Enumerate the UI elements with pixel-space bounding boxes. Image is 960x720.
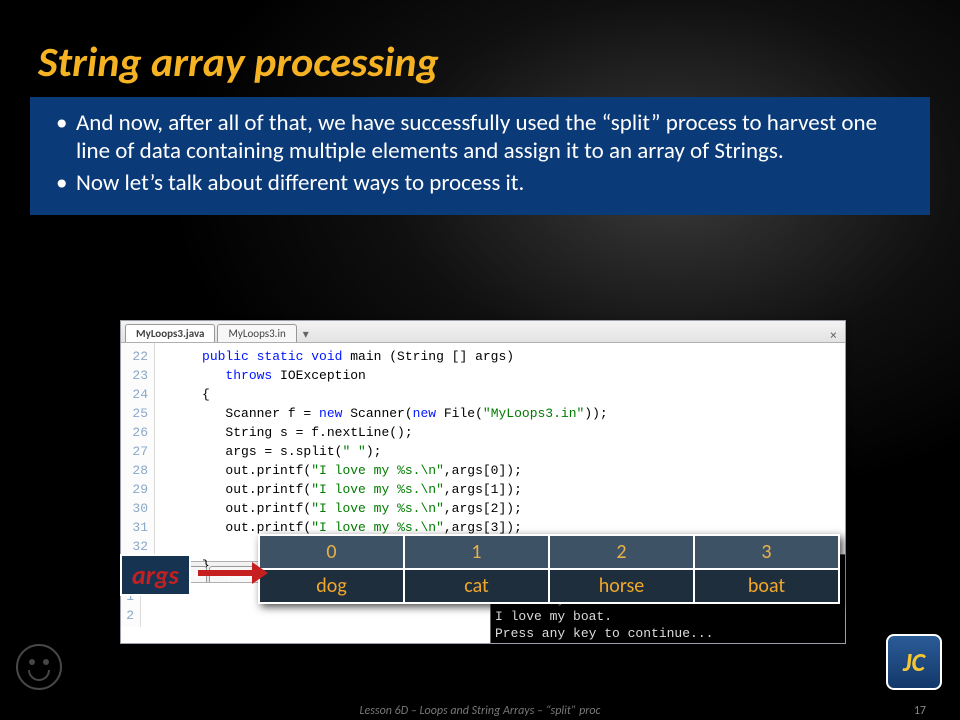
array-index-3: 3 (694, 535, 839, 569)
line-gutter: 22 23 24 25 26 27 28 29 30 31 32 (121, 343, 155, 561)
bullet-2: Now let’s talk about different ways to p… (52, 169, 908, 197)
array-visual: 0 1 2 3 dog cat horse boat (258, 534, 840, 604)
footer-text: Lesson 6D – Loops and String Arrays – “s… (0, 704, 960, 718)
array-value-3: boat (694, 569, 839, 603)
code-content: public static void main (String [] args)… (155, 343, 608, 561)
tab-dropdown-icon[interactable]: ▾ (299, 327, 313, 342)
editor-tabs: MyLoops3.java MyLoops3.in ▾ × (121, 321, 845, 343)
smiley-icon (16, 644, 62, 690)
page-number: 17 (914, 704, 926, 718)
tab-close-icon[interactable]: × (830, 328, 841, 342)
slide-title: String array processing (0, 0, 960, 89)
array-index-2: 2 (549, 535, 694, 569)
code-area: 22 23 24 25 26 27 28 29 30 31 32 public … (121, 343, 845, 561)
tab-infile[interactable]: MyLoops3.in (217, 324, 296, 342)
array-index-0: 0 (259, 535, 404, 569)
args-label: args (120, 554, 191, 596)
array-index-1: 1 (404, 535, 549, 569)
arrow-icon (198, 570, 254, 576)
array-value-1: cat (404, 569, 549, 603)
summary-box: And now, after all of that, we have succ… (30, 97, 930, 215)
array-value-2: horse (549, 569, 694, 603)
jc-logo: JC (886, 634, 942, 690)
tab-java[interactable]: MyLoops3.java (125, 324, 215, 342)
array-value-0: dog (259, 569, 404, 603)
bullet-1: And now, after all of that, we have succ… (52, 109, 908, 165)
